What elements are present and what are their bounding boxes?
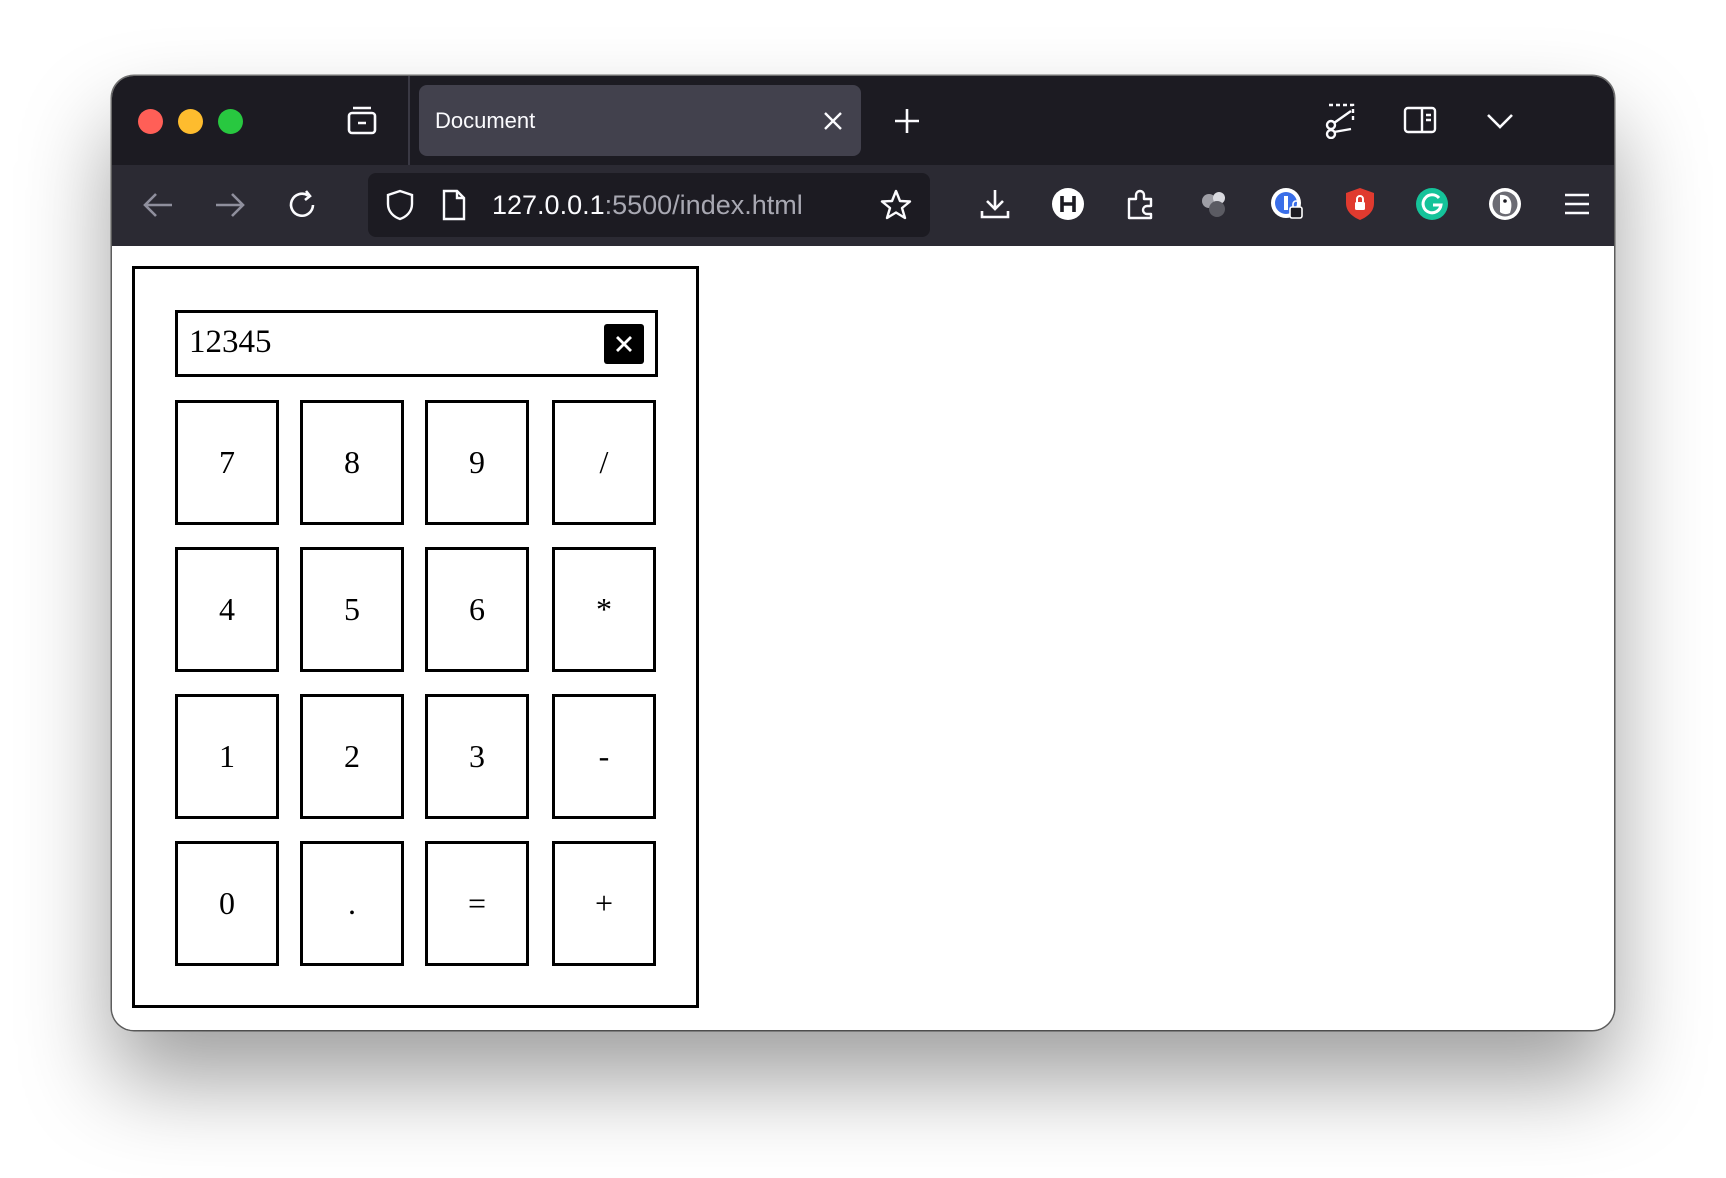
browser-window: Document 127.0.0.1:5500/index.html 12345… [112, 76, 1614, 1030]
key-2[interactable]: 2 [300, 694, 404, 819]
arrow-left-icon[interactable] [140, 187, 176, 223]
key-1[interactable]: 1 [175, 694, 279, 819]
download-icon[interactable] [976, 185, 1014, 223]
star-icon[interactable] [878, 187, 914, 223]
key-5[interactable]: 5 [300, 547, 404, 672]
sidebar-icon[interactable] [1401, 102, 1439, 138]
url-host: 127.0.0.1 [492, 190, 605, 220]
key-multiply[interactable]: * [552, 547, 656, 672]
page-icon[interactable] [438, 187, 470, 223]
key-6[interactable]: 6 [425, 547, 529, 672]
h-extension-icon[interactable] [1049, 185, 1087, 223]
chevron-down-icon[interactable] [1483, 104, 1517, 138]
close-icon[interactable] [817, 105, 849, 137]
shield-icon[interactable] [382, 187, 418, 223]
key-3[interactable]: 3 [425, 694, 529, 819]
key-9[interactable]: 9 [425, 400, 529, 525]
duckduckgo-icon[interactable] [1486, 185, 1524, 223]
tab-bar: Document [112, 76, 1614, 165]
url-bar[interactable]: 127.0.0.1:5500/index.html [368, 173, 930, 237]
key-4[interactable]: 4 [175, 547, 279, 672]
key-add[interactable]: + [552, 841, 656, 966]
tab-overview-icon[interactable] [344, 102, 380, 138]
navigation-toolbar: 127.0.0.1:5500/index.html [112, 165, 1614, 246]
key-equals[interactable]: = [425, 841, 529, 966]
close-icon [616, 336, 632, 352]
calculator-display[interactable]: 12345 [175, 310, 658, 377]
key-subtract[interactable]: - [552, 694, 656, 819]
spheres-extension-icon[interactable] [1195, 185, 1233, 223]
minimize-window-button[interactable] [178, 109, 203, 134]
screenshot-scissors-icon[interactable] [1320, 100, 1360, 140]
key-7[interactable]: 7 [175, 400, 279, 525]
grammarly-icon[interactable] [1413, 185, 1451, 223]
tab-separator [408, 76, 410, 165]
key-0[interactable]: 0 [175, 841, 279, 966]
plus-icon[interactable] [890, 104, 924, 138]
key-divide[interactable]: / [552, 400, 656, 525]
key-8[interactable]: 8 [300, 400, 404, 525]
puzzle-icon[interactable] [1122, 185, 1160, 223]
tab-title: Document [435, 108, 536, 133]
close-window-button[interactable] [138, 109, 163, 134]
page-content: 12345 7 8 9/ 4 5 6 * 1 2 3- 0. = + [112, 246, 1614, 1030]
url-path: :5500/index.html [604, 190, 803, 220]
tab-document[interactable]: Document [419, 85, 861, 156]
privacy-shield-icon[interactable] [1341, 185, 1379, 223]
calculator: 12345 7 8 9/ 4 5 6 * 1 2 3- 0. = + [132, 266, 699, 1008]
maximize-window-button[interactable] [218, 109, 243, 134]
clear-button[interactable] [604, 324, 644, 364]
display-value: 12345 [189, 324, 272, 360]
password-manager-icon[interactable] [1268, 185, 1306, 223]
url-text[interactable]: 127.0.0.1:5500/index.html [492, 173, 803, 237]
hamburger-menu-icon[interactable] [1558, 185, 1596, 223]
arrow-right-icon[interactable] [212, 187, 248, 223]
reload-icon[interactable] [284, 187, 320, 223]
key-decimal[interactable]: . [300, 841, 404, 966]
